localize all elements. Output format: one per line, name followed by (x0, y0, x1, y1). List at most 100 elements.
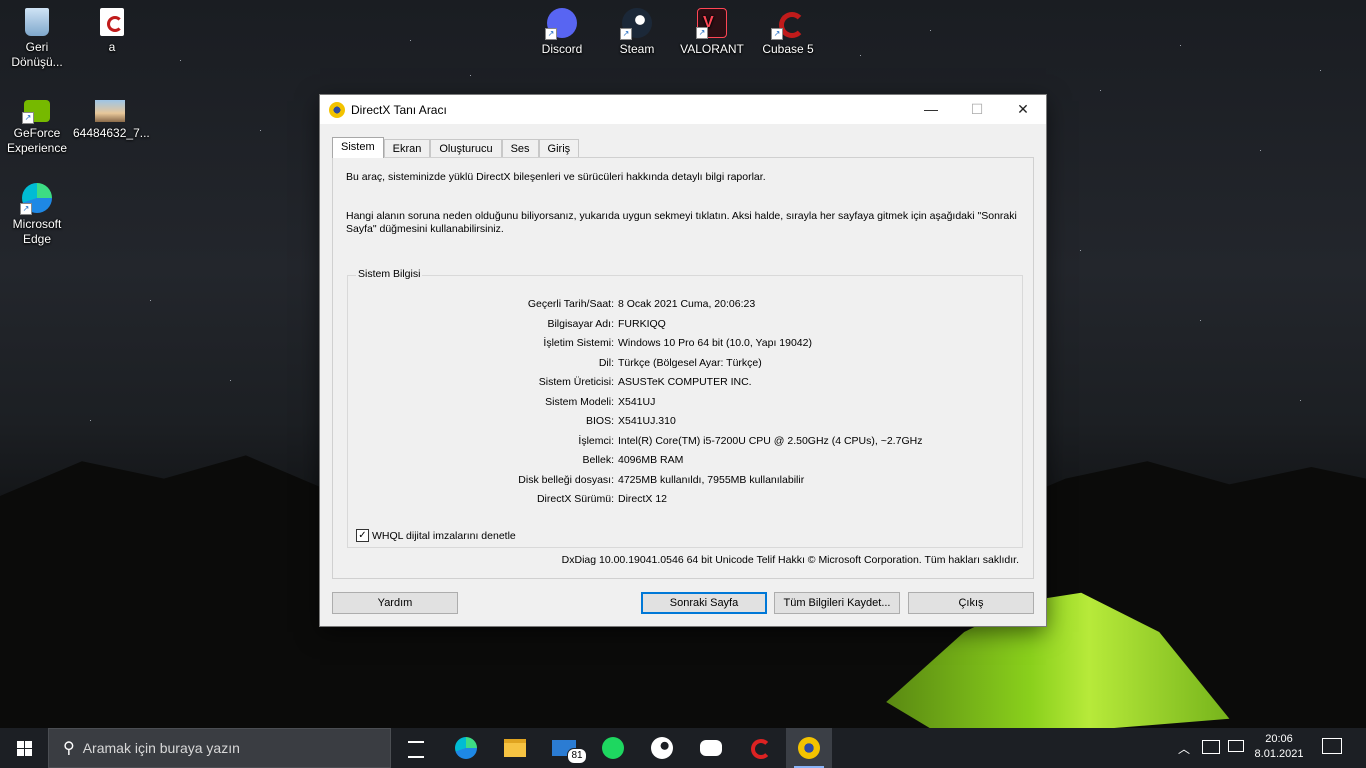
desktop-icon-label: a (108, 40, 116, 54)
taskbar-cubase[interactable] (737, 728, 783, 768)
info-value: X541UJ (618, 395, 656, 408)
whql-checkbox[interactable]: ✓ WHQL dijital imzalarını denetle (356, 529, 516, 542)
taskbar-steam[interactable] (639, 728, 685, 768)
info-value: FURKIQQ (618, 317, 666, 330)
discord-icon: ↗ (545, 8, 577, 40)
info-row: Sistem Modeli: X541UJ (348, 396, 1022, 414)
info-value: DirectX 12 (618, 493, 668, 505)
instructions-text: Hangi alanın soruna neden olduğunu biliy… (346, 210, 1017, 235)
info-row: Disk belleği dosyası: 4725MB kullanıldı,… (348, 474, 1022, 492)
info-row: İşletim Sistemi: Windows 10 Pro 64 bit (… (348, 337, 1022, 355)
desktop-icon-a[interactable]: a (75, 8, 149, 55)
task-view-icon (408, 741, 424, 758)
info-value: Windows 10 Pro 64 bit (10.0, Yapı 19042) (618, 337, 812, 349)
help-button[interactable]: Yardım (332, 592, 458, 614)
info-row: BIOS: X541UJ.310 (348, 415, 1022, 433)
taskbar-file-explorer[interactable] (492, 728, 538, 768)
desktop-icon-label: Cubase 5 (762, 42, 814, 56)
recycle-bin-icon (25, 8, 49, 36)
mail-badge: 81 (567, 748, 587, 764)
directx-dialog: DirectX Tanı Aracı — ☐ ✕ Sistem Ekran Ol… (320, 95, 1046, 626)
search-icon: ⚲ (63, 740, 75, 757)
desktop-icon-label: Microsoft Edge (12, 217, 62, 246)
notifications-icon[interactable] (1322, 738, 1342, 754)
info-key: Dil: (598, 356, 614, 369)
save-all-info-button[interactable]: Tüm Bilgileri Kaydet... (774, 592, 900, 614)
group-title: Sistem Bilgisi (356, 268, 423, 280)
tab-giris[interactable]: Giriş (538, 139, 580, 158)
desktop-icon-steam[interactable]: ↗ Steam (600, 8, 674, 57)
tab-ses[interactable]: Ses (501, 139, 539, 158)
info-row: Bellek: 4096MB RAM (348, 454, 1022, 472)
task-view-button[interactable] (393, 728, 439, 768)
info-key: Bellek: (582, 454, 614, 466)
desktop-icon-label: Discord (541, 42, 583, 56)
desktop-icon-valorant[interactable]: V ↗ VALORANT (675, 8, 749, 57)
search-placeholder: Aramak için buraya yazın (82, 740, 240, 756)
taskbar-spotify[interactable] (590, 728, 636, 768)
info-value: X541UJ.310 (618, 415, 676, 427)
tab-olusturucu[interactable]: Oluşturucu (430, 139, 502, 158)
window-title: DirectX Tanı Aracı (351, 102, 447, 117)
info-value: Intel(R) Core(TM) i5-7200U CPU @ 2.50GHz… (618, 434, 923, 447)
cubase-icon: ↗ (771, 8, 805, 40)
info-key: DirectX Sürümü: (536, 493, 614, 505)
exit-button[interactable]: Çıkış (908, 592, 1034, 614)
desktop-icon-discord[interactable]: ↗ Discord (525, 8, 599, 57)
desktop-icon-label: GeForce Experience (6, 126, 68, 155)
taskbar: ⚲ Aramak için buraya yazın 81 ︿ 20:06 8.… (0, 728, 1366, 768)
info-value: Türkçe (Bölgesel Ayar: Türkçe) (618, 356, 762, 369)
directx-icon (329, 101, 345, 118)
file-explorer-icon (504, 739, 526, 757)
clock[interactable]: 20:06 8.01.2021 (1254, 732, 1304, 762)
title-bar[interactable]: DirectX Tanı Aracı — ☐ ✕ (320, 95, 1046, 124)
cubase-icon (751, 739, 771, 759)
info-row: Geçerli Tarih/Saat: 8 Ocak 2021 Cuma, 20… (348, 298, 1022, 316)
info-value: 4725MB kullanıldı, 7955MB kullanılabilir (618, 473, 805, 486)
show-hidden-icons-chevron-icon[interactable]: ︿ (1178, 740, 1190, 757)
start-button[interactable] (0, 728, 48, 768)
desktop-icon-label: 64484632_7... (73, 126, 150, 140)
clock-time: 20:06 (1265, 733, 1293, 745)
next-page-button[interactable]: Sonraki Sayfa (641, 592, 767, 614)
desktop-icon-recycle-bin[interactable]: Geri Dönüşü... (0, 8, 74, 70)
maximize-button: ☐ (970, 101, 984, 117)
tab-ekran[interactable]: Ekran (383, 139, 431, 158)
checkmark-icon[interactable]: ✓ (356, 529, 369, 542)
info-row: Sistem Üreticisi: ASUSTeK COMPUTER INC. (348, 376, 1022, 394)
info-key: Sistem Üreticisi: (538, 376, 614, 388)
info-row: Dil: Türkçe (Bölgesel Ayar: Türkçe) (348, 357, 1022, 375)
desktop-icon-image[interactable]: 64484632_7... (73, 100, 150, 141)
info-key: Sistem Modeli: (545, 395, 614, 408)
valorant-icon: V ↗ (696, 8, 727, 39)
desktop-icon-cubase[interactable]: ↗ Cubase 5 (751, 8, 825, 57)
info-key: Disk belleği dosyası: (518, 473, 614, 486)
directx-icon (798, 737, 820, 759)
tab-panel-sistem: Bu araç, sisteminizde yüklü DirectX bile… (332, 157, 1034, 579)
steam-icon (651, 737, 673, 759)
taskbar-discord[interactable] (688, 728, 734, 768)
taskbar-mail[interactable]: 81 (541, 728, 587, 768)
desktop-icon-edge[interactable]: ↗ Microsoft Edge (0, 183, 74, 247)
edge-icon: ↗ (20, 183, 52, 215)
taskbar-edge[interactable] (443, 728, 489, 768)
battery-icon[interactable] (1202, 740, 1220, 754)
info-key: Bilgisayar Adı: (547, 317, 614, 330)
info-value: 4096MB RAM (618, 454, 684, 466)
nvidia-geforce-icon: ↗ (22, 100, 50, 124)
taskbar-directx-diag[interactable] (786, 728, 832, 768)
tab-strip: Sistem Ekran Oluşturucu Ses Giriş (332, 137, 580, 158)
info-row: DirectX Sürümü: DirectX 12 (348, 493, 1022, 511)
tab-sistem[interactable]: Sistem (332, 137, 384, 158)
taskbar-search-box[interactable]: ⚲ Aramak için buraya yazın (48, 728, 391, 768)
network-icon[interactable] (1228, 740, 1244, 752)
image-file-icon (95, 100, 125, 122)
minimize-button[interactable]: — (908, 95, 954, 124)
desktop-icon-label: Geri Dönüşü... (11, 40, 63, 69)
info-row: Bilgisayar Adı: FURKIQQ (348, 318, 1022, 336)
close-button[interactable]: ✕ (1000, 95, 1046, 124)
clock-date: 8.01.2021 (1254, 748, 1304, 760)
spotify-icon (602, 737, 624, 759)
desktop-icon-geforce[interactable]: ↗ GeForce Experience (0, 100, 74, 156)
info-key: BIOS: (585, 415, 614, 427)
